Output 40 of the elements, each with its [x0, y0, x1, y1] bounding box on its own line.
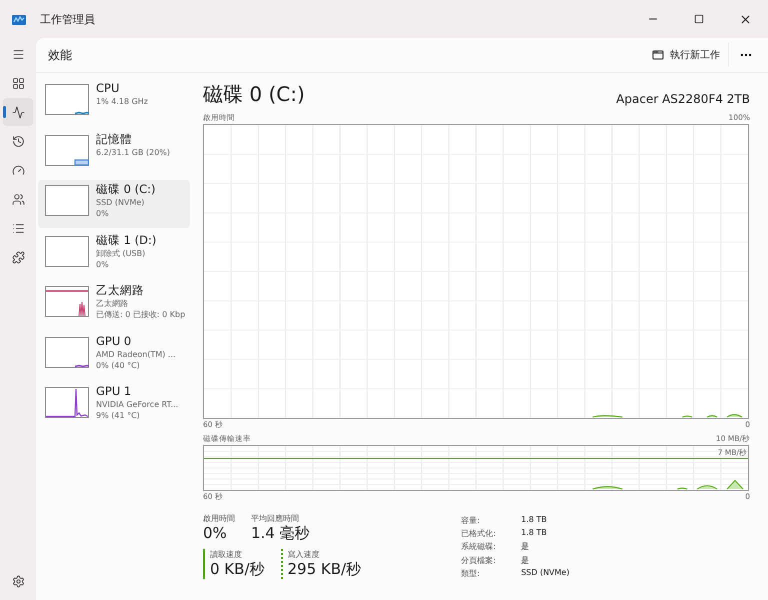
usage-thumbnail — [45, 185, 89, 216]
property-label: 容量: — [461, 515, 481, 526]
page-title: 效能 — [48, 46, 73, 64]
property-value: 是 — [521, 541, 530, 553]
stat-value: 1.4 毫秒 — [251, 524, 310, 543]
disk-model: Apacer AS2280F4 2TB — [616, 92, 750, 106]
property-label: 分頁檔案: — [461, 554, 497, 566]
pulse-icon[interactable] — [3, 98, 33, 126]
disk-title: 磁碟 0 (C:) — [203, 81, 305, 108]
property-value: SSD (NVMe) — [521, 568, 570, 579]
app-icon — [12, 13, 26, 25]
window-title: 工作管理員 — [40, 12, 96, 26]
stat-label: 啟用時間 — [203, 513, 235, 524]
maximize-icon — [694, 14, 704, 24]
usage-thumbnail — [45, 134, 89, 166]
property-label: 系統磁碟: — [461, 541, 497, 553]
usage-thumbnail — [45, 387, 89, 418]
device-item[interactable]: GPU 0 AMD Radeon(TM) ... 0% (40 °C) — [38, 332, 190, 380]
property-label: 已格式化: — [461, 528, 497, 540]
speed-stat: 寫入速度 295 KB/秒 — [280, 549, 362, 579]
property-value: 1.8 TB — [521, 515, 548, 526]
usage-thumbnail — [45, 336, 89, 368]
stat-value: 0% — [203, 524, 228, 543]
device-item[interactable]: CPU 1% 4.18 GHz — [38, 79, 190, 127]
property-value: 是 — [521, 554, 530, 566]
speed-stat: 讀取速度 0 KB/秒 — [203, 549, 264, 579]
usage-thumbnail — [45, 286, 89, 317]
device-item[interactable]: GPU 1 NVIDIA GeForce RT... 9% (41 °C) — [38, 382, 190, 430]
close-icon — [738, 12, 752, 26]
run-task-button[interactable]: 執行新工作 — [644, 44, 728, 66]
property-value: 1.8 TB — [521, 528, 548, 540]
usage-thumbnail — [45, 236, 89, 266]
device-item[interactable]: 乙太網路 乙太網路 已傳送: 0 已接收: 0 Kbp — [38, 281, 190, 329]
stat-label: 平均回應時間 — [251, 513, 300, 524]
device-item[interactable]: 磁碟 0 (C:) SSD (NVMe) 0% — [38, 180, 190, 228]
device-item[interactable]: 磁碟 1 (D:) 卸除式 (USB) 0% — [38, 230, 190, 278]
device-item[interactable]: 記憶體 6.2/31.1 GB (20%) — [38, 130, 190, 178]
window-icon — [652, 49, 664, 61]
property-label: 類型: — [461, 568, 481, 579]
usage-thumbnail — [45, 84, 89, 115]
